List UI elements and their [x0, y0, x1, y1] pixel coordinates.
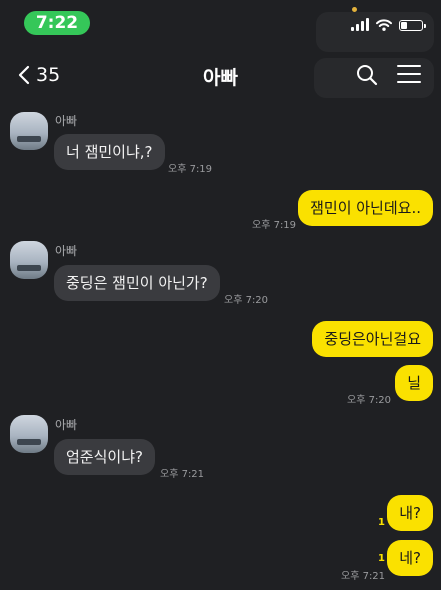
chat-header: 35 아빠 — [0, 52, 441, 98]
message-bubble-outgoing[interactable]: 네? — [387, 540, 433, 576]
unread-count-badge: 1 — [378, 517, 385, 528]
menu-icon[interactable] — [397, 65, 421, 85]
back-button[interactable]: 35 — [18, 64, 60, 86]
unread-chat-count: 35 — [36, 64, 61, 86]
message-bubble-outgoing[interactable]: 닐 — [395, 365, 433, 401]
status-time: 7:22 — [24, 11, 90, 35]
message-time: 오후 7:21 — [160, 469, 205, 480]
message-bubble-outgoing[interactable]: 내? — [387, 495, 433, 531]
message-time: 오후 7:20 — [347, 395, 392, 406]
message-bubble-incoming[interactable]: 중딩은 잼민이 아닌가? — [54, 265, 220, 301]
sender-name: 아빠 — [55, 244, 78, 258]
message-bubble-incoming[interactable]: 너 잼민이냐,? — [54, 134, 165, 170]
message-bubble-incoming[interactable]: 엄준식이냐? — [54, 439, 155, 475]
avatar[interactable] — [10, 415, 48, 453]
avatar[interactable] — [10, 241, 48, 279]
message-time: 오후 7:19 — [252, 220, 297, 231]
chevron-left-icon — [18, 65, 30, 85]
sender-name: 아빠 — [55, 114, 78, 128]
message-bubble-outgoing[interactable]: 중딩은아닌걸요 — [312, 321, 433, 357]
message-time: 오후 7:21 — [341, 571, 386, 582]
unread-count-badge: 1 — [378, 553, 385, 564]
search-icon[interactable] — [355, 63, 379, 87]
message-bubble-outgoing[interactable]: 잼민이 아닌데요.. — [298, 190, 433, 226]
sender-name: 아빠 — [55, 418, 78, 432]
message-time: 오후 7:19 — [168, 164, 213, 175]
background-overlay — [316, 12, 434, 52]
avatar[interactable] — [10, 112, 48, 150]
message-time: 오후 7:20 — [224, 295, 269, 306]
